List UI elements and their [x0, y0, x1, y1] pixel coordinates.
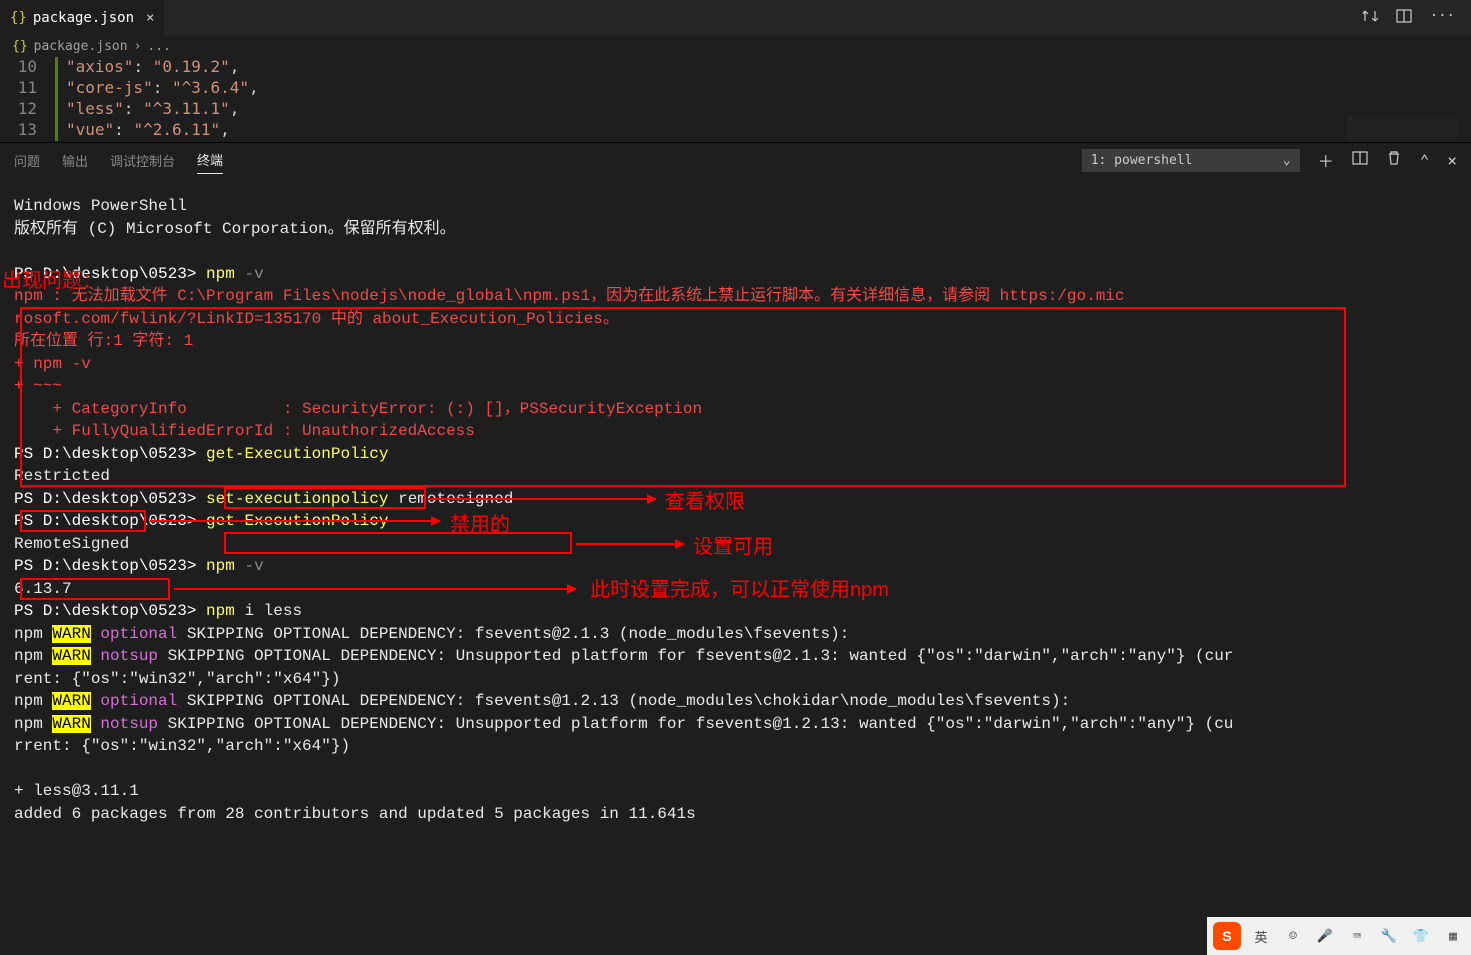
minimap[interactable] [1347, 117, 1457, 142]
code-line[interactable]: 10"axios": "0.19.2", [0, 57, 1471, 78]
line-number: 13 [0, 120, 55, 141]
editor-actions: ··· [1362, 8, 1471, 28]
breadcrumb-rest: ... [147, 39, 170, 54]
windows-taskbar-tray: S 英 ☺ 🎤 ⌨ 🔧 👕 ▦ [1207, 917, 1471, 955]
tool-icon[interactable]: 🔧 [1377, 924, 1401, 948]
ime-lang-indicator[interactable]: 英 [1249, 924, 1273, 948]
skin-icon[interactable]: 👕 [1409, 924, 1433, 948]
code-line[interactable]: 12"less": "^3.11.1", [0, 99, 1471, 120]
editor-tab-package-json[interactable]: {} package.json × [0, 0, 164, 35]
chevron-down-icon: ⌄ [1283, 153, 1291, 168]
new-terminal-icon[interactable]: ＋ [1318, 148, 1334, 172]
terminal-content[interactable]: Windows PowerShell 版权所有 (C) Microsoft Co… [0, 177, 1471, 897]
keyboard-icon[interactable]: ⌨ [1345, 924, 1369, 948]
split-editor-icon[interactable] [1396, 8, 1412, 28]
sogou-ime-icon[interactable]: S [1213, 922, 1241, 950]
terminal-selector[interactable]: 1: powershell ⌄ [1082, 149, 1300, 172]
json-file-icon: {} [12, 39, 28, 54]
json-file-icon: {} [10, 10, 27, 26]
more-actions-icon[interactable]: ··· [1430, 8, 1455, 28]
editor-tab-bar: {} package.json × ··· [0, 0, 1471, 35]
breadcrumb-file: package.json [34, 39, 128, 54]
tab-problems[interactable]: 问题 [14, 147, 40, 174]
line-number: 11 [0, 78, 55, 99]
code-line[interactable]: 13"vue": "^2.6.11", [0, 120, 1471, 141]
close-panel-icon[interactable]: × [1447, 151, 1457, 170]
mic-icon[interactable]: 🎤 [1313, 924, 1337, 948]
kill-terminal-icon[interactable] [1386, 150, 1402, 170]
split-terminal-icon[interactable] [1352, 150, 1368, 170]
breadcrumb-sep: › [134, 39, 142, 54]
terminal-selector-label: 1: powershell [1091, 153, 1193, 168]
code-editor[interactable]: 10"axios": "0.19.2",11"core-js": "^3.6.4… [0, 57, 1471, 142]
tab-title: package.json [33, 10, 134, 26]
panel-header: 问题 输出 调试控制台 终端 1: powershell ⌄ ＋ ⌃ × [0, 142, 1471, 177]
tab-debug-console[interactable]: 调试控制台 [110, 147, 175, 174]
close-tab-icon[interactable]: × [146, 10, 154, 26]
code-line[interactable]: 11"core-js": "^3.6.4", [0, 78, 1471, 99]
compare-icon[interactable] [1362, 8, 1378, 28]
breadcrumb[interactable]: {} package.json › ... [0, 35, 1471, 57]
maximize-panel-icon[interactable]: ⌃ [1420, 151, 1430, 170]
tab-terminal[interactable]: 终端 [197, 146, 223, 174]
tab-output[interactable]: 输出 [62, 147, 88, 174]
line-number: 10 [0, 57, 55, 78]
emoji-icon[interactable]: ☺ [1281, 924, 1305, 948]
grid-icon[interactable]: ▦ [1441, 924, 1465, 948]
line-number: 12 [0, 99, 55, 120]
